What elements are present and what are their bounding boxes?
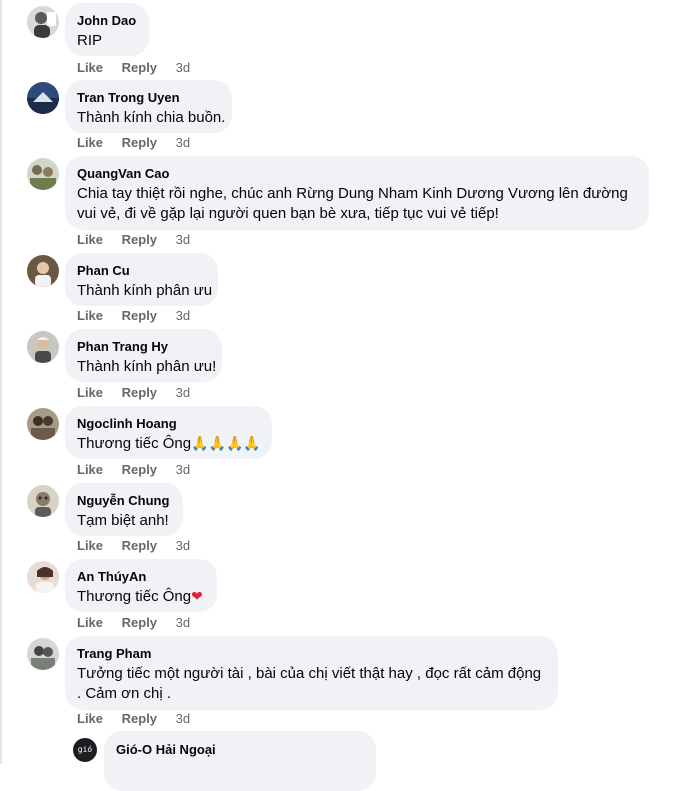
comment-text: Thành kính chia buồn. [77,109,226,126]
reply-bubble: Gió-O Hải Ngoại [104,731,376,791]
comment-text: Thương tiếc Ông❤ [77,587,205,607]
like-button[interactable]: Like [77,232,103,248]
avatar[interactable] [27,82,59,114]
comment-bubble: Ngoclinh Hoang Thương tiếc Ông🙏🙏🙏🙏 [65,406,272,459]
like-button[interactable]: Like [77,385,103,401]
heart-emoji: ❤ [191,589,203,605]
avatar[interactable] [27,255,59,287]
comment-text: Chia tay thiệt rồi nghe, chúc anh Rừng D… [77,185,628,222]
praying-hands-emoji: 🙏🙏🙏🙏 [191,436,261,452]
comment-text-body: Thương tiếc Ông [77,435,192,452]
reply-button[interactable]: Reply [122,308,157,324]
comment-actions: Like Reply 3d [77,615,190,631]
reply-button[interactable]: Reply [122,462,157,478]
like-button[interactable]: Like [77,615,103,631]
comment-bubble: Tran Trong Uyen Thành kính chia buồn. [65,80,232,133]
comment-bubble: QuangVan Cao Chia tay thiệt rồi nghe, ch… [65,156,649,230]
reply-button[interactable]: Reply [122,135,157,151]
like-button[interactable]: Like [77,60,103,76]
reply-button[interactable]: Reply [122,615,157,631]
comment-text: RIP [77,32,103,49]
comment-timestamp[interactable]: 3d [176,60,190,76]
reply-button[interactable]: Reply [122,232,157,248]
comment-timestamp[interactable]: 3d [176,308,190,324]
comment-author[interactable]: Trang Pham [77,645,546,662]
comment-text: Thành kính phân ưu! [77,358,217,375]
comment-actions: Like Reply 3d [77,711,190,727]
comment-text: Thành kính phân ưu [77,282,213,299]
comment-author[interactable]: QuangVan Cao [77,165,637,182]
comment-author[interactable]: John Dao [77,12,137,29]
comment-bubble: John Dao RIP [65,3,149,56]
reply-button[interactable]: Reply [122,60,157,76]
comment-actions: Like Reply 3d [77,385,190,401]
comment-author[interactable]: Tran Trong Uyen [77,89,220,106]
page-avatar[interactable]: gió [73,738,97,762]
reply-author[interactable]: Gió-O Hải Ngoại [116,741,364,758]
avatar[interactable] [27,561,59,593]
like-button[interactable]: Like [77,711,103,727]
comment-actions: Like Reply 3d [77,538,190,554]
comment-bubble: An ThúyAn Thương tiếc Ông❤ [65,559,217,612]
comment-timestamp[interactable]: 3d [176,462,190,478]
comment-actions: Like Reply 3d [77,60,190,76]
comment-actions: Like Reply 3d [77,308,190,324]
avatar[interactable] [27,6,59,38]
like-button[interactable]: Like [77,135,103,151]
comment-text: Thương tiếc Ông🙏🙏🙏🙏 [77,434,261,454]
comment-text: Tưởng tiếc một người tài , bài của chị v… [77,665,542,702]
comment-timestamp[interactable]: 3d [176,538,190,554]
comment-actions: Like Reply 3d [77,135,190,151]
comment-actions: Like Reply 3d [77,232,190,248]
comment-bubble: Trang Pham Tưởng tiếc một người tài , bà… [65,636,558,710]
comment-author[interactable]: Phan Cu [77,262,206,279]
comment-bubble: Phan Cu Thành kính phân ưu [65,253,218,306]
reply-button[interactable]: Reply [122,711,157,727]
comment-author[interactable]: Ngoclinh Hoang [77,415,260,432]
comment-timestamp[interactable]: 3d [176,232,190,248]
comment-timestamp[interactable]: 3d [176,615,190,631]
avatar[interactable] [27,485,59,517]
reply-button[interactable]: Reply [122,385,157,401]
comment-actions: Like Reply 3d [77,462,190,478]
comment-text-body: Thương tiếc Ông [77,588,192,605]
comment-bubble: Nguyễn Chung Tạm biệt anh! [65,483,183,536]
comment-author[interactable]: Phan Trang Hy [77,338,210,355]
avatar[interactable] [27,408,59,440]
like-button[interactable]: Like [77,538,103,554]
comment-bubble: Phan Trang Hy Thành kính phân ưu! [65,329,222,382]
comment-timestamp[interactable]: 3d [176,135,190,151]
comment-author[interactable]: An ThúyAn [77,568,205,585]
avatar[interactable] [27,331,59,363]
comment-author[interactable]: Nguyễn Chung [77,492,171,509]
avatar[interactable] [27,158,59,190]
comment-text: Tạm biệt anh! [77,512,169,529]
thread-line [0,0,2,764]
like-button[interactable]: Like [77,308,103,324]
comment-timestamp[interactable]: 3d [176,711,190,727]
avatar[interactable] [27,638,59,670]
like-button[interactable]: Like [77,462,103,478]
comment-timestamp[interactable]: 3d [176,385,190,401]
reply-button[interactable]: Reply [122,538,157,554]
